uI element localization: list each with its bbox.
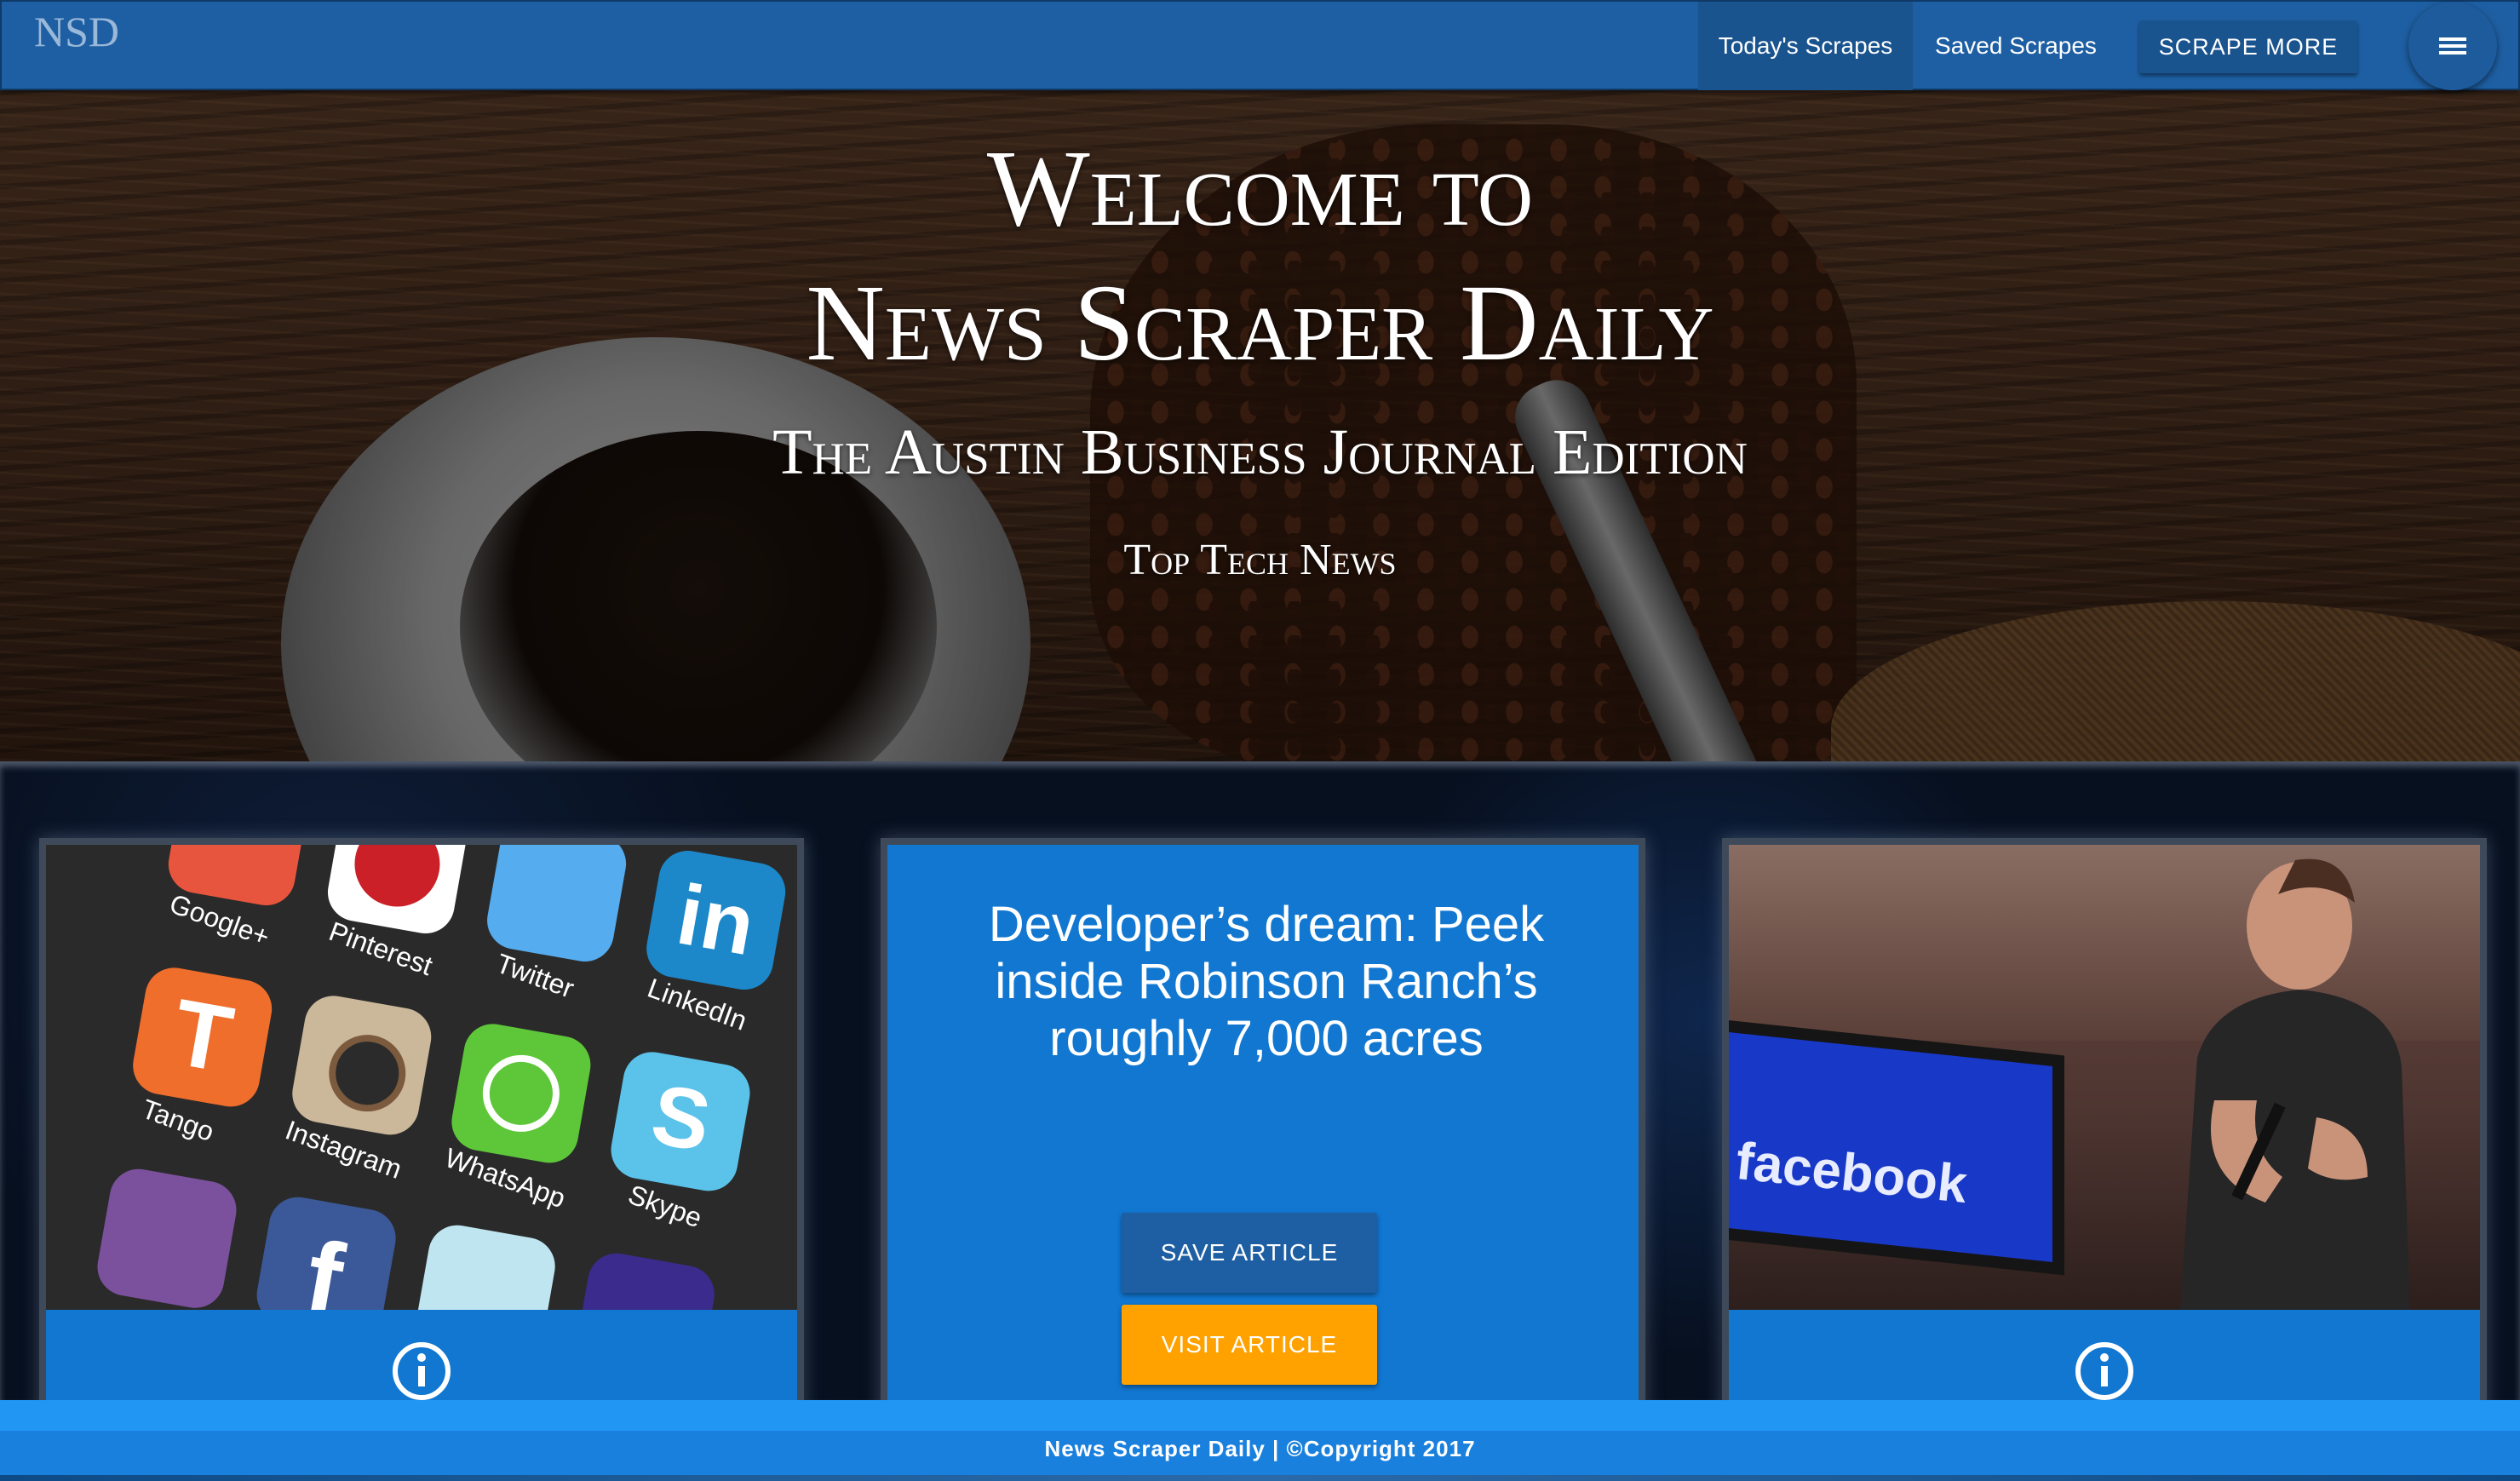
article-card: in Google+ Pinterest Twitter LinkedIn T … xyxy=(39,838,804,1451)
facebook-app-icon: f xyxy=(252,1192,400,1310)
skype-icon: S xyxy=(606,1047,755,1196)
navbar: NSD Today's Scrapes Saved Scrapes SCRAPE… xyxy=(0,0,2520,90)
hero-subtitle: The Austin Business Journal Edition xyxy=(772,416,1748,488)
footer-copyright: News Scraper Daily | ©Copyright 2017 xyxy=(1044,1436,1476,1461)
nav-todays-scrapes[interactable]: Today's Scrapes xyxy=(1698,2,1913,90)
article-image[interactable]: facebook xyxy=(1729,845,2480,1310)
linkedin-icon: in xyxy=(641,846,790,995)
visit-article-button[interactable]: VISIT ARTICLE xyxy=(1122,1305,1377,1385)
whatsapp-icon xyxy=(447,1019,595,1168)
menu-button[interactable] xyxy=(2408,2,2497,90)
tango-icon: T xyxy=(128,963,277,1111)
save-article-button[interactable]: SAVE ARTICLE xyxy=(1122,1213,1377,1293)
hero-title-line2: News Scraper Daily xyxy=(806,262,1714,383)
article-card-reveal: Developer’s dream: Peek inside Robinson … xyxy=(881,838,1645,1451)
app-icon xyxy=(571,1249,720,1310)
info-icon[interactable] xyxy=(391,1340,452,1402)
hero-title-line1: Welcome to xyxy=(986,128,1534,249)
viber-icon xyxy=(93,1164,241,1310)
instagram-icon xyxy=(287,990,436,1139)
footer: News Scraper Daily | ©Copyright 2017 xyxy=(0,1400,2520,1481)
article-image[interactable]: in Google+ Pinterest Twitter LinkedIn T … xyxy=(46,845,797,1310)
hamburger-menu-icon xyxy=(2439,37,2466,55)
article-card: facebook xyxy=(1722,838,2487,1451)
article-title: Developer’s dream: Peek inside Robinson … xyxy=(988,897,1545,1066)
hero-banner: Welcome to News Scraper Daily The Austin… xyxy=(0,90,2520,761)
hero-tagline: Top Tech News xyxy=(1123,536,1397,584)
vimeo-icon xyxy=(411,1220,560,1310)
scrape-more-button[interactable]: SCRAPE MORE xyxy=(2139,20,2357,73)
brand-logo[interactable]: NSD xyxy=(34,7,119,56)
info-icon[interactable] xyxy=(2074,1340,2135,1402)
speaker-image xyxy=(2180,858,2410,1310)
nav-saved-scrapes[interactable]: Saved Scrapes xyxy=(1913,2,2119,90)
